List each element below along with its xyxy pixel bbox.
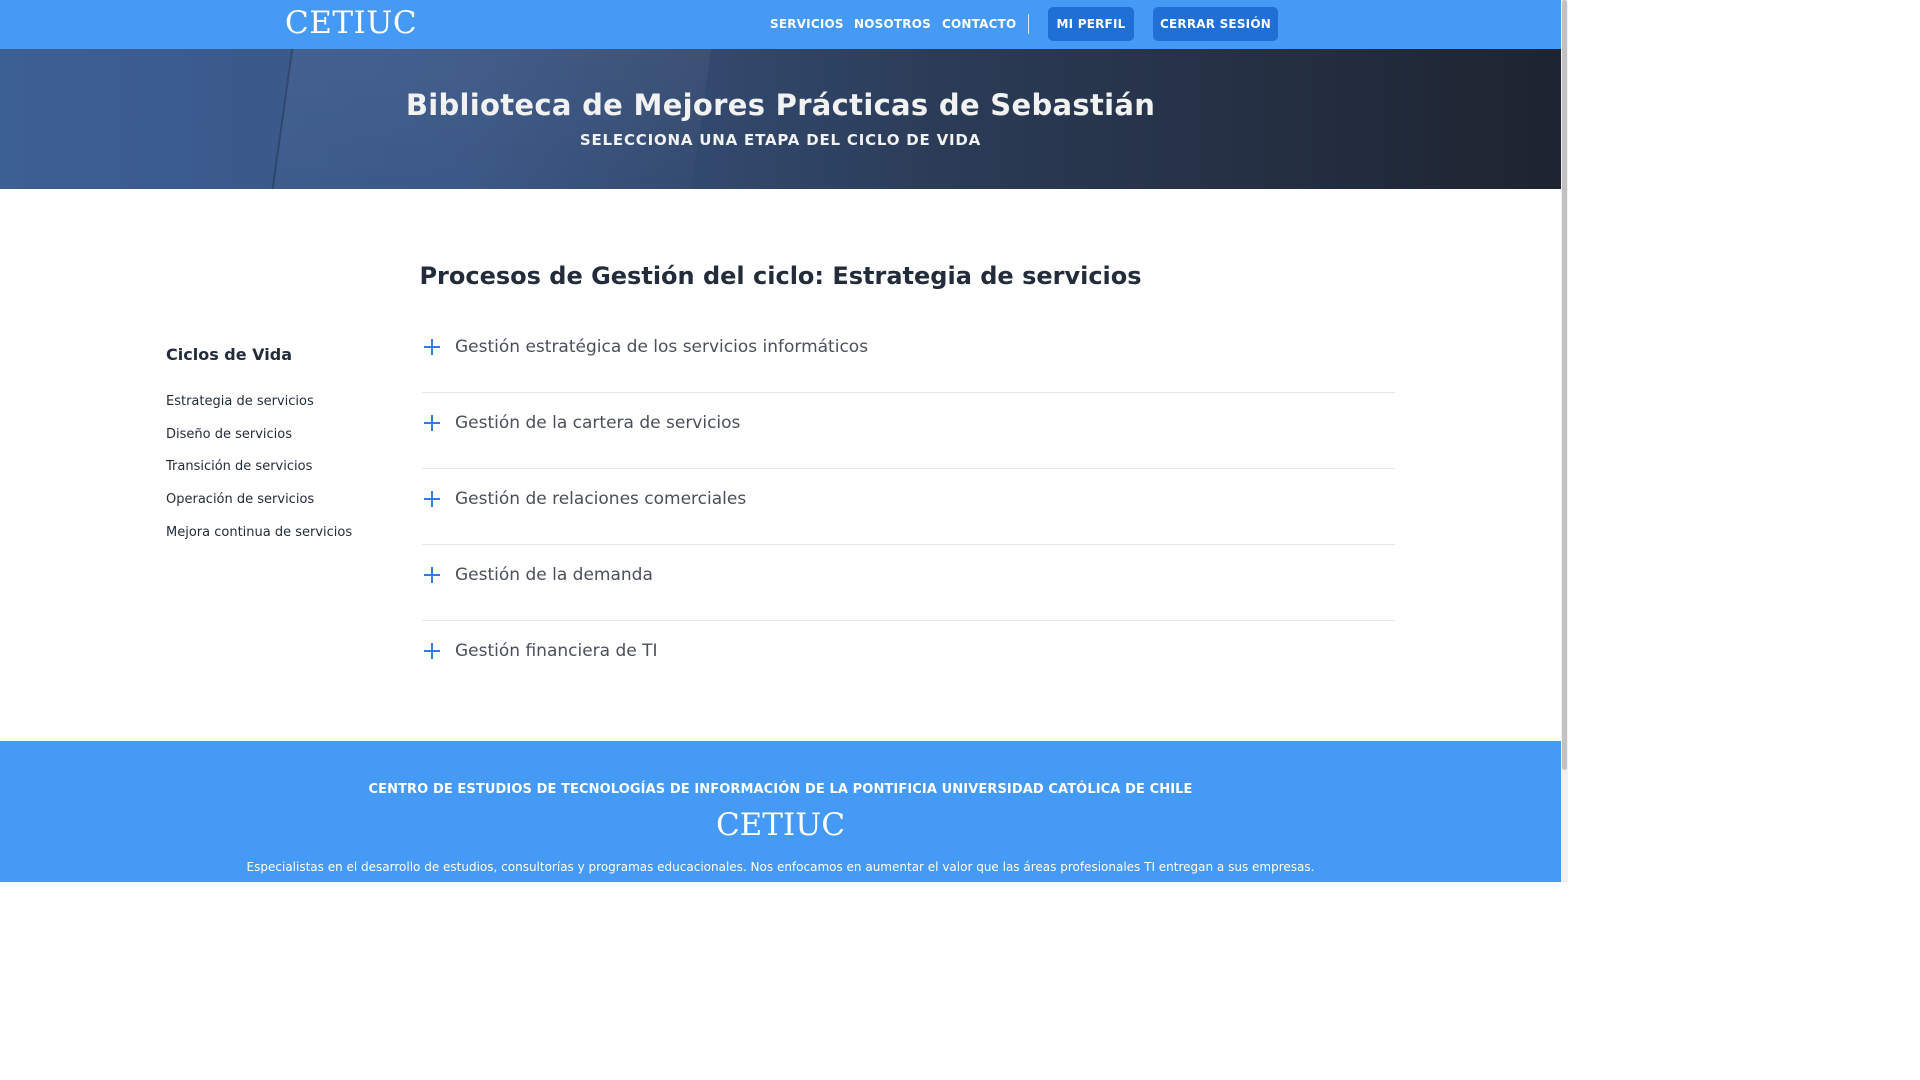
accordion-item[interactable]: Gestión estratégica de los servicios inf…: [422, 317, 1395, 393]
hero-subtitle: SELECCIONA UNA ETAPA DEL CICLO DE VIDA: [579, 131, 982, 149]
footer-logo[interactable]: CETIUC: [0, 807, 1561, 843]
my-profile-button[interactable]: MI PERFIL: [1048, 7, 1134, 41]
site-logo[interactable]: CETIUC: [285, 5, 417, 41]
sidebar-item-operacion[interactable]: Operación de servicios: [166, 492, 314, 507]
plus-icon[interactable]: [424, 491, 440, 507]
page-scrollbar[interactable]: [1561, 0, 1568, 882]
accordion-item[interactable]: Gestión de relaciones comerciales: [422, 469, 1395, 545]
section-title: Procesos de Gestión del ciclo: Estrategi…: [419, 262, 1142, 290]
nav-link-nosotros[interactable]: NOSOTROS: [854, 17, 931, 31]
sidebar-item-diseno[interactable]: Diseño de servicios: [166, 427, 292, 442]
hero-title: Biblioteca de Mejores Prácticas de Sebas…: [405, 88, 1156, 122]
footer-description: Especialistas en el desarrollo de estudi…: [246, 860, 1315, 874]
sidebar-item-estrategia[interactable]: Estrategia de servicios: [166, 394, 314, 409]
plus-icon[interactable]: [424, 339, 440, 355]
nav-link-contacto[interactable]: CONTACTO: [942, 17, 1016, 31]
accordion-item-label[interactable]: Gestión financiera de TI: [455, 641, 658, 661]
scrollbar-thumb[interactable]: [1562, 0, 1567, 770]
plus-icon[interactable]: [424, 643, 440, 659]
accordion-item-label[interactable]: Gestión de la demanda: [455, 565, 653, 585]
accordion-item[interactable]: Gestión de la cartera de servicios: [422, 393, 1395, 469]
site-footer: CENTRO DE ESTUDIOS DE TECNOLOGÍAS DE INF…: [0, 741, 1561, 882]
top-navbar: CETIUC SERVICIOS NOSOTROS CONTACTO MI PE…: [0, 0, 1561, 49]
accordion-item-label[interactable]: Gestión de la cartera de servicios: [455, 413, 740, 433]
accordion-item[interactable]: Gestión financiera de TI: [422, 621, 1395, 697]
sidebar-item-transicion[interactable]: Transición de servicios: [166, 459, 312, 474]
accordion-item[interactable]: Gestión de la demanda: [422, 545, 1395, 621]
accordion-item-label[interactable]: Gestión estratégica de los servicios inf…: [455, 337, 868, 357]
sidebar-title: Ciclos de Vida: [166, 345, 292, 364]
plus-icon[interactable]: [424, 415, 440, 431]
sidebar-item-mejora[interactable]: Mejora continua de servicios: [166, 525, 352, 540]
nav-divider: [1028, 14, 1029, 34]
logout-button[interactable]: CERRAR SESIÓN: [1153, 7, 1278, 41]
nav-link-servicios[interactable]: SERVICIOS: [770, 17, 844, 31]
footer-heading: CENTRO DE ESTUDIOS DE TECNOLOGÍAS DE INF…: [368, 782, 1193, 797]
accordion-item-label[interactable]: Gestión de relaciones comerciales: [455, 489, 746, 509]
plus-icon[interactable]: [424, 567, 440, 583]
